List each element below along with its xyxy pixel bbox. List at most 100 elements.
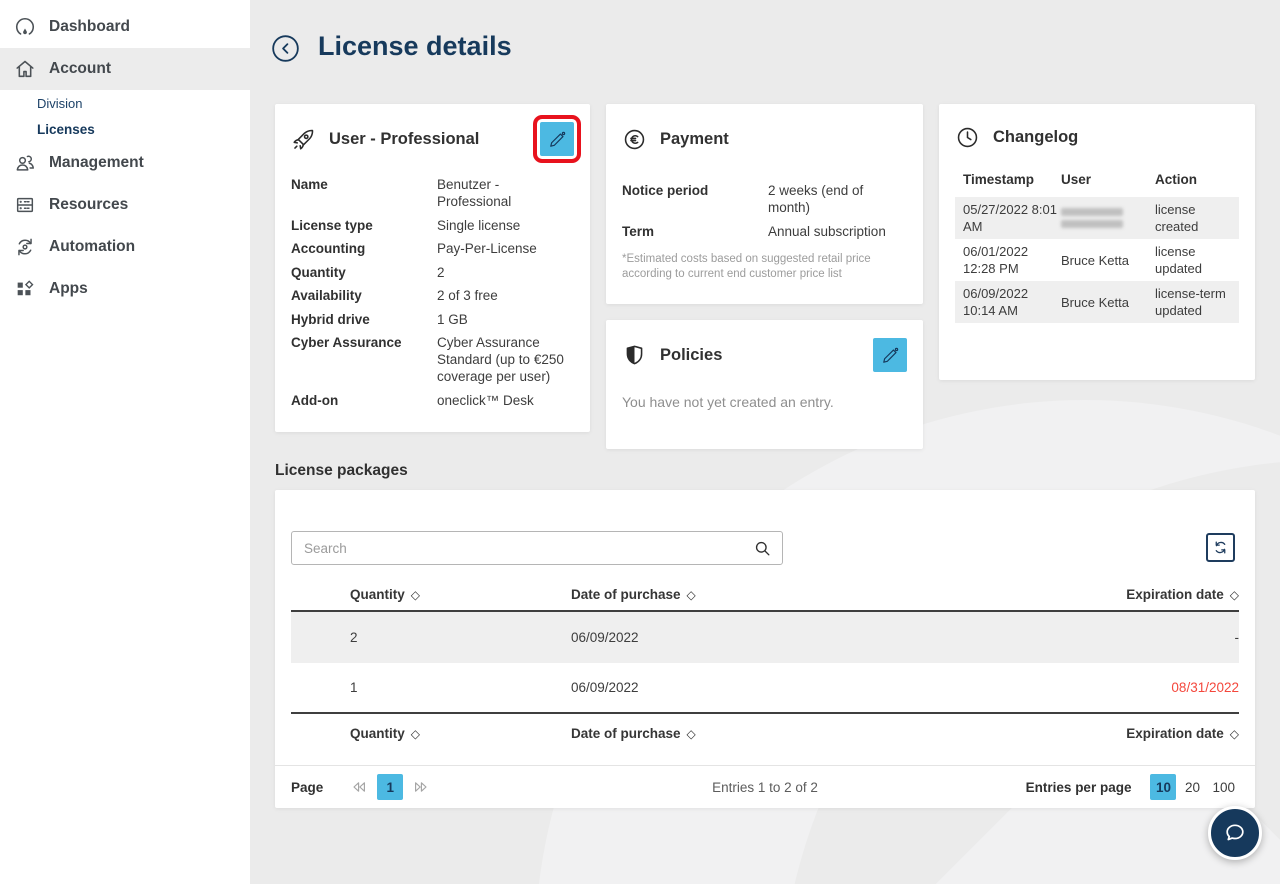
- column-header-expiration[interactable]: Expiration date: [1029, 726, 1239, 741]
- sidebar-item-label: Resources: [49, 196, 128, 214]
- detail-row: Quantity2: [291, 264, 574, 281]
- changelog-row: 06/09/2022 10:14 AM Bruce Ketta license-…: [955, 281, 1239, 323]
- next-page-button[interactable]: [411, 777, 431, 797]
- column-header-expiration[interactable]: Expiration date: [1029, 587, 1239, 602]
- pencil-icon: [548, 130, 567, 149]
- sort-diamond-icon[interactable]: [411, 588, 420, 602]
- sidebar-item-management[interactable]: Management: [0, 142, 250, 184]
- sidebar-item-automation[interactable]: Automation: [0, 226, 250, 268]
- sidebar-item-label: Apps: [49, 280, 88, 298]
- column-header: Timestamp: [963, 172, 1061, 187]
- apps-grid-icon: [14, 278, 36, 300]
- detail-row: NameBenutzer - Professional: [291, 176, 574, 210]
- policies-empty-text: You have not yet created an entry.: [622, 394, 907, 410]
- sort-diamond-icon[interactable]: [1230, 727, 1239, 741]
- changelog-table: Timestamp User Action 05/27/2022 8:01 AM…: [955, 170, 1239, 323]
- shield-icon: [622, 343, 647, 368]
- column-header-quantity[interactable]: Quantity: [291, 587, 571, 602]
- sidebar-item-dashboard[interactable]: Dashboard: [0, 6, 250, 48]
- column-header-date[interactable]: Date of purchase: [571, 587, 1029, 602]
- column-header-quantity[interactable]: Quantity: [291, 726, 571, 741]
- detail-row: Hybrid drive1 GB: [291, 311, 574, 328]
- packages-footer-header-row: Quantity Date of purchase Expiration dat…: [291, 714, 1239, 752]
- automation-icon: [14, 236, 36, 258]
- sidebar-item-label: Automation: [49, 238, 135, 256]
- chat-bubble-icon: [1222, 820, 1248, 846]
- license-details-list: NameBenutzer - Professional License type…: [291, 176, 574, 409]
- policies-edit-button[interactable]: [873, 338, 907, 372]
- detail-row: License typeSingle license: [291, 217, 574, 234]
- license-card: User - Professional NameBenutzer - Profe…: [275, 104, 590, 432]
- back-button[interactable]: [271, 34, 300, 63]
- people-icon: [14, 152, 36, 174]
- per-page-option-20[interactable]: 20: [1179, 774, 1205, 800]
- payment-footnote: *Estimated costs based on suggested reta…: [622, 252, 890, 283]
- sort-diamond-icon[interactable]: [411, 727, 420, 741]
- sidebar-subitem-division[interactable]: Division: [0, 90, 250, 116]
- redacted-user: [1061, 208, 1155, 228]
- column-header: User: [1061, 172, 1155, 187]
- chevron-left-circle-icon: [271, 34, 300, 63]
- payment-card: Payment Notice period2 weeks (end of mon…: [606, 104, 923, 304]
- sidebar-item-apps[interactable]: Apps: [0, 268, 250, 310]
- sidebar: Dashboard Account Division Licenses Mana…: [0, 0, 250, 884]
- gauge-icon: [14, 16, 36, 38]
- server-icon: [14, 194, 36, 216]
- column-header: Action: [1155, 172, 1231, 187]
- package-row[interactable]: 2 06/09/2022 -: [291, 612, 1239, 663]
- refresh-button[interactable]: [1206, 533, 1235, 562]
- search-box: [291, 531, 783, 565]
- home-icon: [14, 58, 36, 80]
- page-title: License details: [318, 31, 512, 62]
- chat-button[interactable]: [1208, 806, 1262, 860]
- sort-diamond-icon[interactable]: [687, 727, 696, 741]
- detail-row: AccountingPay-Per-License: [291, 240, 574, 257]
- rocket-icon: [291, 127, 316, 152]
- detail-row: Add-ononeclick™ Desk: [291, 392, 574, 409]
- package-row[interactable]: 1 06/09/2022 08/31/2022: [291, 663, 1239, 712]
- search-input[interactable]: [292, 541, 753, 556]
- packages-header-row: Quantity Date of purchase Expiration dat…: [291, 578, 1239, 610]
- policies-card-title: Policies: [660, 346, 722, 365]
- first-page-button[interactable]: [349, 777, 369, 797]
- page-label: Page: [291, 780, 323, 795]
- policies-card: Policies You have not yet created an ent…: [606, 320, 923, 449]
- current-page-button[interactable]: 1: [377, 774, 403, 800]
- expiration-date-expired: 08/31/2022: [1029, 680, 1239, 695]
- sidebar-item-label: Account: [49, 60, 111, 78]
- changelog-card: Changelog Timestamp User Action 05/27/20…: [939, 104, 1255, 380]
- sidebar-item-label: Management: [49, 154, 144, 172]
- sidebar-subitem-licenses[interactable]: Licenses: [0, 116, 250, 142]
- sort-diamond-icon[interactable]: [1230, 588, 1239, 602]
- column-header-date[interactable]: Date of purchase: [571, 726, 1029, 741]
- per-page-option-100[interactable]: 100: [1208, 774, 1239, 800]
- sidebar-item-account[interactable]: Account: [0, 48, 250, 90]
- euro-circle-icon: [622, 127, 647, 152]
- double-chevron-left-icon: [349, 777, 369, 797]
- double-chevron-right-icon: [411, 777, 431, 797]
- changelog-row: 06/01/2022 12:28 PM Bruce Ketta license …: [955, 239, 1239, 281]
- packages-section-title: License packages: [275, 462, 408, 480]
- refresh-icon: [1212, 539, 1229, 556]
- detail-row: Availability2 of 3 free: [291, 287, 574, 304]
- changelog-card-title: Changelog: [993, 128, 1078, 147]
- detail-row: Notice period2 weeks (end of month): [622, 182, 907, 216]
- search-icon[interactable]: [753, 539, 772, 558]
- license-card-title: User - Professional: [329, 130, 479, 149]
- payment-card-title: Payment: [660, 130, 729, 149]
- sort-diamond-icon[interactable]: [687, 588, 696, 602]
- license-edit-button[interactable]: [540, 122, 574, 156]
- sidebar-item-label: Dashboard: [49, 18, 130, 36]
- detail-row: TermAnnual subscription: [622, 223, 907, 240]
- per-page-option-10[interactable]: 10: [1150, 774, 1176, 800]
- main-content: License details User - Professional Name…: [250, 0, 1280, 884]
- detail-row: Cyber AssuranceCyber Assurance Standard …: [291, 334, 574, 385]
- entries-per-page-label: Entries per page: [1026, 780, 1132, 795]
- packages-card: Quantity Date of purchase Expiration dat…: [275, 490, 1255, 808]
- changelog-row: 05/27/2022 8:01 AM license created: [955, 197, 1239, 239]
- sidebar-item-resources[interactable]: Resources: [0, 184, 250, 226]
- payment-details-list: Notice period2 weeks (end of month) Term…: [622, 182, 907, 240]
- pencil-icon: [881, 346, 900, 365]
- pagination-bar: Page 1 Entries 1 to 2 of 2 Entries per p…: [275, 765, 1255, 808]
- changelog-header-row: Timestamp User Action: [955, 170, 1239, 197]
